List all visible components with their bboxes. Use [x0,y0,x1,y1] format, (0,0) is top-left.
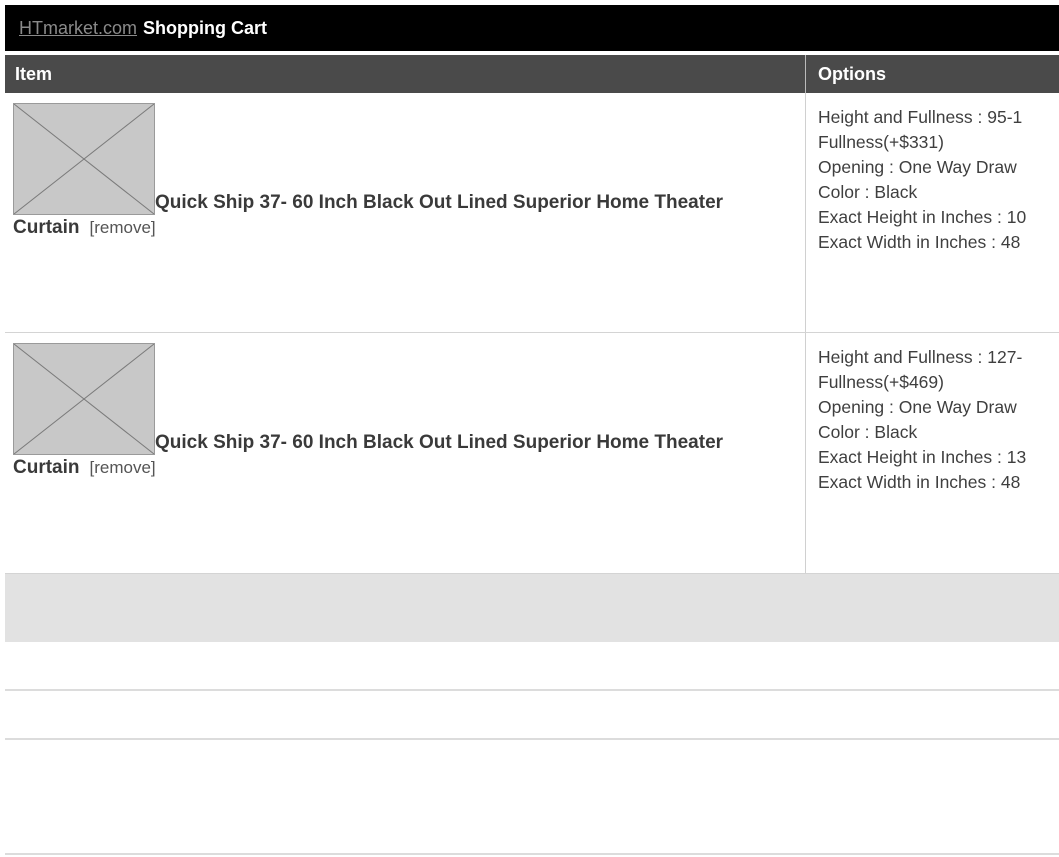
product-name-line2: Curtain [13,457,80,478]
option-exact-height: Exact Height in Inches : 10 [818,207,1027,227]
table-row: Quick Ship 37- 60 Inch Black Out Lined S… [5,333,1059,574]
remove-button[interactable]: [remove] [90,218,156,237]
column-header-item: Item [5,55,806,93]
table-header: Item Options [5,55,1059,93]
option-opening: Opening : One Way Draw [818,157,1017,177]
divider [5,689,1059,691]
cart-summary-band [5,574,1059,642]
site-link[interactable]: HTmarket.com [19,18,137,39]
option-color: Color : Black [818,182,918,202]
page-title: Shopping Cart [143,17,268,38]
divider [5,738,1059,740]
option-opening: Opening : One Way Draw [818,397,1017,417]
option-height-fullness: Height and Fullness : 95-1 [818,107,1023,127]
item-cell: Quick Ship 37- 60 Inch Black Out Lined S… [5,333,806,573]
product-image-placeholder[interactable] [13,103,155,215]
options-cell: Height and Fullness : 127- Fullness(+$46… [806,333,1059,573]
column-header-options: Options [818,63,886,84]
remove-button[interactable]: [remove] [90,458,156,477]
item-cell: Quick Ship 37- 60 Inch Black Out Lined S… [5,93,806,332]
product-name-line1: Quick Ship 37- 60 Inch Black Out Lined S… [155,192,724,213]
option-exact-height: Exact Height in Inches : 13 [818,447,1027,467]
option-exact-width: Exact Width in Inches : 48 [818,472,1021,492]
divider [5,853,1059,855]
option-exact-width: Exact Width in Inches : 48 [818,232,1021,252]
table-row: Quick Ship 37- 60 Inch Black Out Lined S… [5,93,1059,333]
option-height-fullness: Height and Fullness : 127- [818,347,1023,367]
product-image-placeholder[interactable] [13,343,155,455]
options-cell: Height and Fullness : 95-1 Fullness(+$33… [806,93,1059,332]
option-color: Color : Black [818,422,918,442]
product-name-line2: Curtain [13,217,80,238]
product-name-line1: Quick Ship 37- 60 Inch Black Out Lined S… [155,432,724,453]
option-fullness-price: Fullness(+$331) [818,132,944,152]
option-fullness-price: Fullness(+$469) [818,372,944,392]
cart-header-bar: HTmarket.com Shopping Cart [5,5,1059,51]
